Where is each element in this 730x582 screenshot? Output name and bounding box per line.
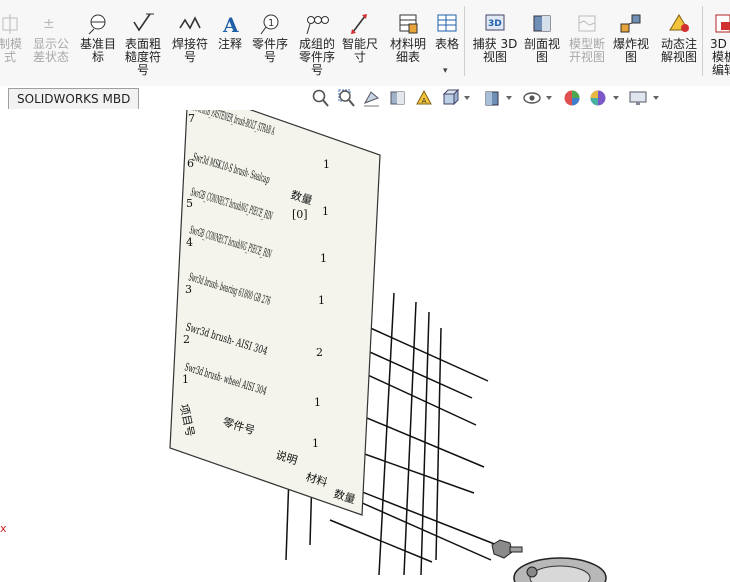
bom-row-1-qty: 1 bbox=[312, 437, 319, 450]
ribbon-datum-target-button[interactable]: 基准目标 bbox=[78, 12, 118, 84]
graphics-area[interactable]: SwornGB_FASTENER_brush-BOLT_STRAB A Swr3… bbox=[0, 110, 730, 582]
ribbon-bom-button[interactable]: 材料明 细表 bbox=[387, 12, 429, 84]
ribbon-table-label: 表格 bbox=[434, 37, 459, 51]
exploded-view-icon bbox=[612, 12, 650, 36]
ribbon-section-view-button[interactable]: 剖面视图 bbox=[522, 12, 562, 84]
smart-dimension-icon bbox=[340, 12, 380, 36]
table-dropdown-chevron-icon[interactable]: ▾ bbox=[443, 66, 448, 76]
bom-row-4-number: 4 bbox=[186, 236, 193, 249]
ribbon-annotation-button[interactable]: A 注释 bbox=[214, 12, 246, 84]
ribbon-smart-dimension-label: 智能尺寸 bbox=[341, 37, 378, 64]
table-icon bbox=[432, 12, 462, 36]
ribbon-bom-label: 材料明 细表 bbox=[389, 37, 426, 64]
ribbon-auto-balloon-label: 成组的 零件序号 bbox=[298, 37, 335, 77]
svg-text:3D: 3D bbox=[488, 19, 502, 29]
balloon-icon: 1 bbox=[250, 12, 290, 36]
ribbon-locked-mode-button[interactable]: 制模式 bbox=[0, 12, 30, 84]
bom-row-4-qty: 1 bbox=[318, 294, 325, 307]
apply-scene-icon[interactable] bbox=[588, 88, 608, 108]
edit-appearance-icon[interactable] bbox=[562, 88, 582, 108]
ribbon-locked-mode-label: 制模式 bbox=[0, 37, 22, 64]
3d-pdf-icon bbox=[704, 12, 730, 36]
chevron-down-icon[interactable] bbox=[545, 94, 553, 102]
ribbon-annotation-label: 注释 bbox=[217, 37, 242, 51]
chevron-down-icon[interactable] bbox=[652, 94, 660, 102]
auto-balloon-icon bbox=[296, 12, 338, 36]
ribbon-show-tolerance-button[interactable]: ± 显示公 差状态 bbox=[30, 12, 72, 84]
bom-sheet[interactable] bbox=[169, 110, 381, 516]
ribbon-datum-target-label: 基准目标 bbox=[79, 37, 116, 64]
hide-show-items-icon[interactable] bbox=[522, 88, 542, 108]
chevron-down-icon[interactable] bbox=[505, 94, 513, 102]
weld-icon bbox=[170, 12, 210, 36]
ribbon-dynamic-annotation-button[interactable]: 动态注 解视图 bbox=[658, 12, 700, 84]
section-view-icon[interactable] bbox=[388, 88, 408, 108]
bom-row-7-number: 7 bbox=[188, 112, 195, 125]
bom-row-1-number: 1 bbox=[182, 373, 189, 386]
zoom-to-fit-icon[interactable] bbox=[310, 88, 330, 108]
svg-text:1: 1 bbox=[268, 18, 274, 29]
ribbon-weld-symbol-label: 焊接符号 bbox=[171, 37, 208, 64]
ribbon-model-break-view-button[interactable]: 模型断 开视图 bbox=[566, 12, 608, 84]
ribbon-dynamic-annotation-label: 动态注 解视图 bbox=[660, 37, 697, 64]
svg-text:±: ± bbox=[43, 16, 55, 32]
bom-row-7-qty: 1 bbox=[323, 158, 330, 171]
datum-target-icon bbox=[78, 12, 118, 36]
axis-triad-x-label: x bbox=[0, 522, 7, 535]
dynamic-annotation-view-icon[interactable]: A bbox=[414, 88, 434, 108]
ribbon-balloon-label: 零件序号 bbox=[251, 37, 288, 64]
bom-row-5-qty: 1 bbox=[320, 252, 327, 265]
ribbon-separator bbox=[702, 6, 703, 76]
bom-row-5-number: 5 bbox=[186, 197, 193, 210]
ribbon-exploded-view-button[interactable]: 爆炸视图 bbox=[612, 12, 650, 84]
ribbon-surface-finish-label: 表面粗 糙度符号 bbox=[124, 37, 161, 77]
annotation-a-icon: A bbox=[214, 12, 246, 36]
dynamic-annotation-icon bbox=[658, 12, 700, 36]
ribbon-weld-symbol-button[interactable]: 焊接符号 bbox=[170, 12, 210, 84]
ribbon-capture-3d-view-button[interactable]: 3D 捕获 3D 视图 bbox=[472, 12, 518, 84]
ribbon-smart-dimension-button[interactable]: 智能尺寸 bbox=[340, 12, 380, 84]
ribbon-capture-3d-view-label: 捕获 3D 视图 bbox=[472, 37, 518, 64]
ribbon-3d-pdf-template-label: 3D P模板编辑 bbox=[710, 37, 730, 77]
ribbon-surface-finish-button[interactable]: 表面粗 糙度符号 bbox=[121, 12, 165, 84]
bolt-part[interactable] bbox=[491, 539, 523, 559]
ribbon-3d-pdf-template-button[interactable]: 3D P模板编辑 bbox=[704, 12, 730, 84]
view-settings-icon[interactable] bbox=[628, 88, 648, 108]
bom-row-2-number: 2 bbox=[183, 333, 190, 346]
tab-solidworks-mbd[interactable]: SOLIDWORKS MBD bbox=[8, 88, 140, 109]
bom-row-6-qty: 1 bbox=[322, 205, 329, 218]
ribbon-section-view-label: 剖面视图 bbox=[523, 37, 560, 64]
ribbon-balloon-button[interactable]: 1 零件序号 bbox=[250, 12, 290, 84]
ribbon-exploded-view-label: 爆炸视图 bbox=[612, 37, 649, 64]
capture-3d-icon: 3D bbox=[472, 12, 518, 36]
surface-finish-icon bbox=[121, 12, 165, 36]
column-label-count: [0] bbox=[292, 208, 308, 221]
bom-icon bbox=[387, 12, 429, 36]
view-orientation-icon[interactable] bbox=[440, 88, 460, 108]
bom-row-6-number: 6 bbox=[187, 157, 194, 170]
section-view-icon bbox=[522, 12, 562, 36]
model-icon bbox=[0, 12, 30, 36]
command-ribbon: 制模式 ± 显示公 差状态 基准目标表面粗 糙度符号焊接符号 A 注释 1 零件序号成组的 零件序号… bbox=[0, 0, 730, 87]
svg-text:A: A bbox=[222, 13, 239, 36]
previous-view-icon[interactable] bbox=[362, 88, 382, 108]
ribbon-show-tolerance-label: 显示公 差状态 bbox=[32, 37, 69, 64]
wheel-part[interactable] bbox=[513, 557, 607, 582]
bom-row-2-qty: 1 bbox=[314, 396, 321, 409]
bom-row-3-number: 3 bbox=[185, 283, 192, 296]
chevron-down-icon[interactable] bbox=[463, 94, 471, 102]
tolerance-icon: ± bbox=[30, 12, 72, 36]
display-style-icon[interactable] bbox=[482, 88, 502, 108]
svg-text:A: A bbox=[422, 97, 427, 105]
ribbon-model-break-view-label: 模型断 开视图 bbox=[568, 37, 605, 64]
bom-row-3-qty: 2 bbox=[316, 346, 323, 359]
break-view-icon bbox=[566, 12, 608, 36]
ribbon-auto-balloon-button[interactable]: 成组的 零件序号 bbox=[296, 12, 338, 84]
ribbon-separator bbox=[464, 6, 465, 76]
chevron-down-icon[interactable] bbox=[612, 94, 620, 102]
zoom-to-area-icon[interactable] bbox=[336, 88, 356, 108]
